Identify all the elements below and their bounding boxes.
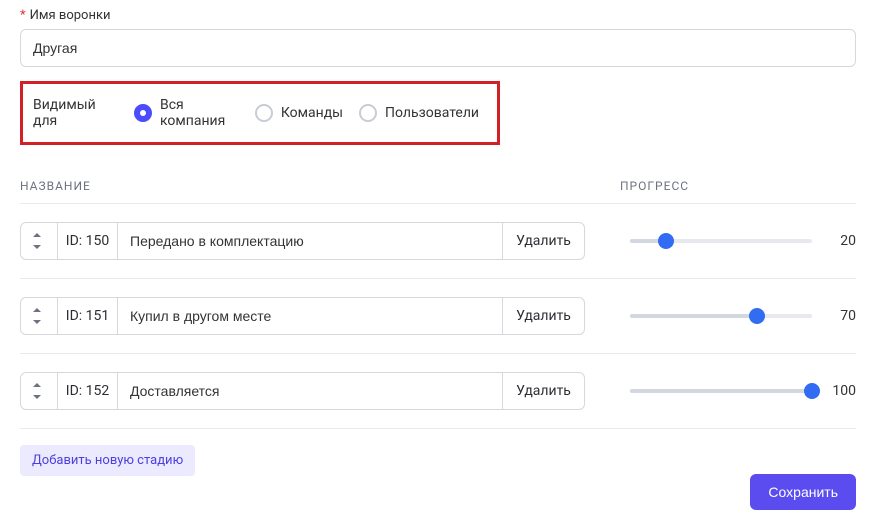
stage-id: ID: 152 bbox=[58, 372, 118, 410]
delete-button[interactable]: Удалить bbox=[503, 222, 585, 260]
progress-slider[interactable] bbox=[630, 307, 812, 325]
funnel-name-label: *Имя воронки bbox=[20, 8, 856, 23]
radio-label-text: Команды bbox=[281, 105, 343, 121]
visibility-radio-group: Вся компания Команды Пользователи bbox=[134, 97, 487, 129]
stage-id: ID: 151 bbox=[58, 297, 118, 335]
radio-icon bbox=[255, 104, 273, 122]
radio-icon bbox=[134, 104, 152, 122]
radio-label-text: Пользователи bbox=[385, 105, 479, 121]
delete-button[interactable]: Удалить bbox=[503, 297, 585, 335]
stage-row: ID: 151 Удалить 70 bbox=[20, 279, 856, 354]
progress-slider[interactable] bbox=[630, 382, 812, 400]
stages-header: НАЗВАНИЕ ПРОГРЕСС bbox=[20, 167, 856, 204]
progress-value: 100 bbox=[824, 383, 856, 399]
radio-icon bbox=[359, 104, 377, 122]
required-asterisk: * bbox=[20, 8, 26, 23]
progress-value: 70 bbox=[824, 308, 856, 324]
progress-value: 20 bbox=[824, 233, 856, 249]
stage-name-input[interactable] bbox=[118, 223, 502, 259]
delete-button[interactable]: Удалить bbox=[503, 372, 585, 410]
add-stage-button[interactable]: Добавить новую стадию bbox=[20, 445, 195, 476]
radio-label-text: Вся компания bbox=[160, 97, 239, 129]
visibility-radio-all-company[interactable]: Вся компания bbox=[134, 97, 239, 129]
visibility-radio-teams[interactable]: Команды bbox=[255, 104, 343, 122]
stage-id: ID: 150 bbox=[58, 222, 118, 260]
visibility-radio-users[interactable]: Пользователи bbox=[359, 104, 479, 122]
progress-slider[interactable] bbox=[630, 232, 812, 250]
column-name-header: НАЗВАНИЕ bbox=[20, 179, 620, 193]
funnel-name-input[interactable] bbox=[20, 29, 856, 67]
stage-row: ID: 152 Удалить 100 bbox=[20, 354, 856, 429]
drag-handle[interactable] bbox=[20, 222, 58, 260]
visibility-section: Видимый для Вся компания Команды Пользов… bbox=[20, 81, 500, 145]
sort-icon bbox=[33, 308, 45, 324]
stage-name-input[interactable] bbox=[118, 373, 502, 409]
sort-icon bbox=[33, 233, 45, 249]
stage-name-input[interactable] bbox=[118, 298, 502, 334]
sort-icon bbox=[33, 383, 45, 399]
drag-handle[interactable] bbox=[20, 297, 58, 335]
visibility-label: Видимый для bbox=[33, 97, 120, 129]
drag-handle[interactable] bbox=[20, 372, 58, 410]
stage-row: ID: 150 Удалить 20 bbox=[20, 204, 856, 279]
column-progress-header: ПРОГРЕСС bbox=[620, 179, 856, 193]
save-button[interactable]: Сохранить bbox=[750, 474, 856, 510]
